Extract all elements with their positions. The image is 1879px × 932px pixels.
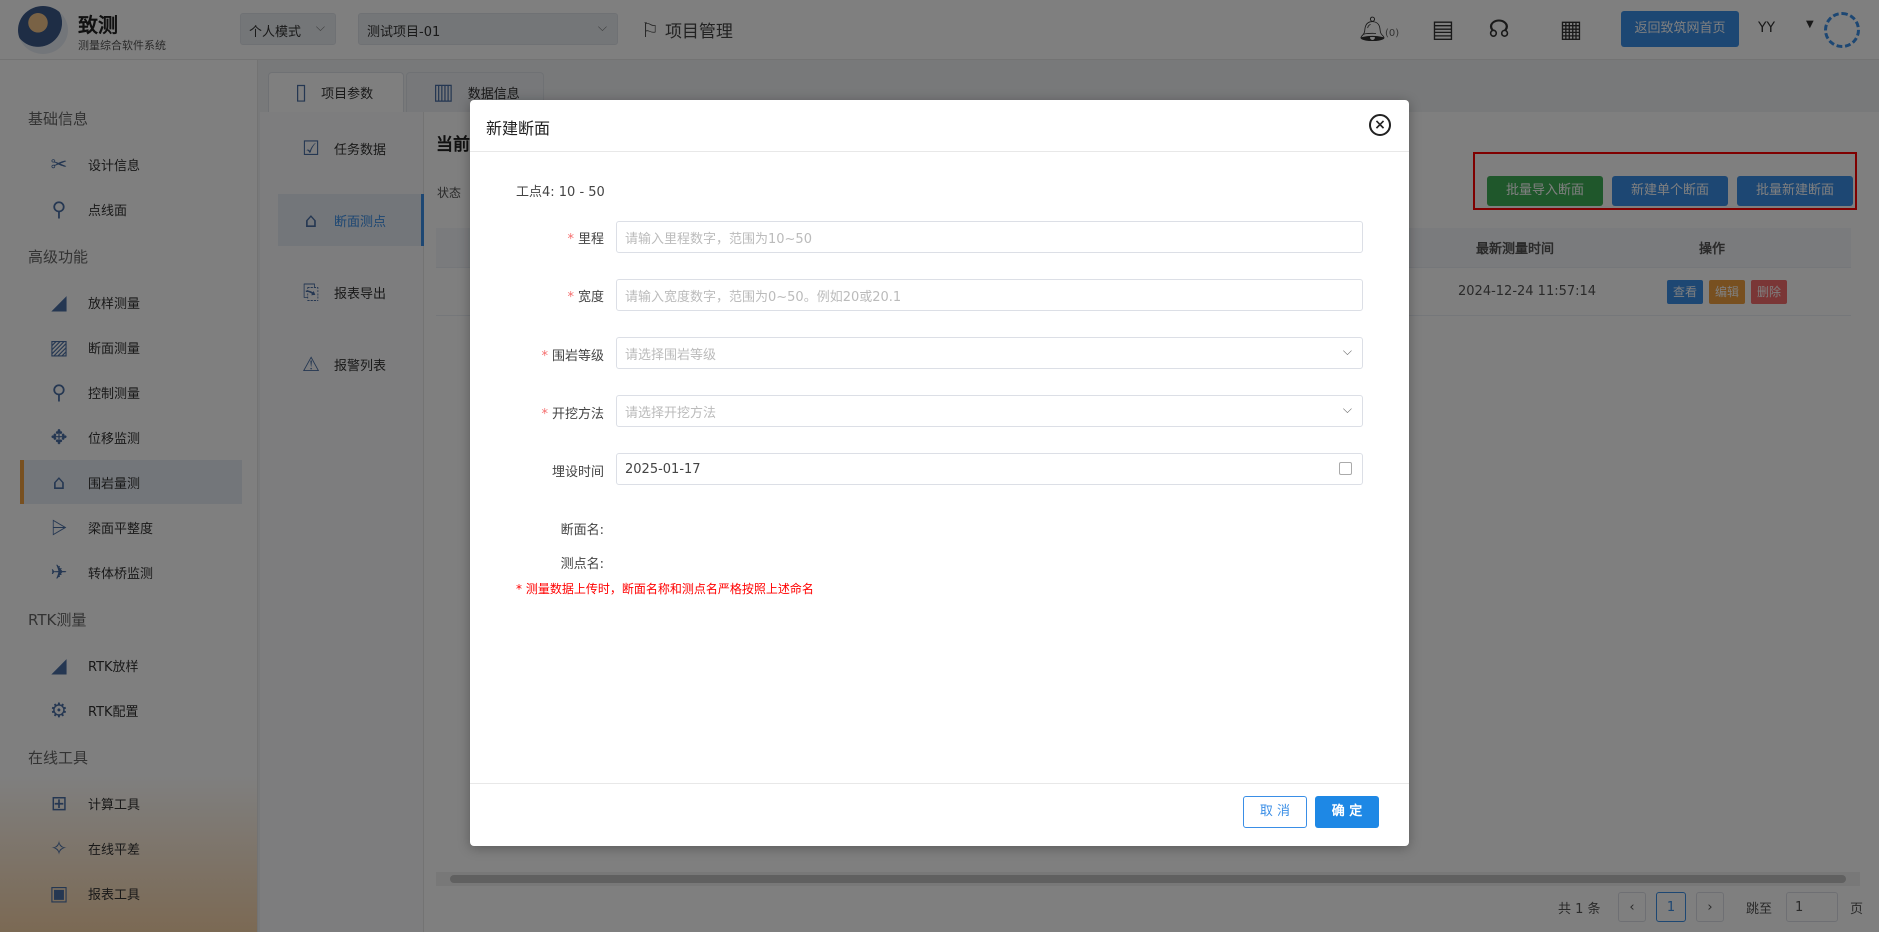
point-name-label: 测点名: bbox=[560, 557, 604, 572]
install-date-label: 埋设时间 bbox=[551, 465, 604, 480]
mileage-label: * 里程 bbox=[567, 232, 604, 247]
width-input[interactable]: 请输入宽度数字，范围为0~50。例如20或20.1 bbox=[616, 279, 1363, 311]
close-icon[interactable]: × bbox=[1369, 114, 1391, 136]
calendar-icon bbox=[1339, 462, 1352, 475]
required-mark: * bbox=[567, 232, 574, 247]
rock-grade-label: * 围岩等级 bbox=[541, 349, 604, 364]
dialog-footer: 取 消 确 定 bbox=[470, 783, 1409, 846]
section-name-label: 断面名: bbox=[560, 523, 604, 538]
required-mark: * bbox=[541, 349, 548, 364]
required-mark: * bbox=[567, 290, 574, 305]
dialog-title: 新建断面 bbox=[486, 119, 551, 138]
rock-grade-select[interactable]: 请选择围岩等级 ⌵ bbox=[616, 337, 1363, 369]
width-label: * 宽度 bbox=[567, 290, 604, 305]
naming-note: * 测量数据上传时，断面名称和测点名严格按照上述命名 bbox=[516, 582, 814, 596]
excavation-method-select[interactable]: 请选择开挖方法 ⌵ bbox=[616, 395, 1363, 427]
excavation-method-label: * 开挖方法 bbox=[541, 407, 604, 422]
mileage-input[interactable]: 请输入里程数字，范围为10~50 bbox=[616, 221, 1363, 253]
chevron-down-icon: ⌵ bbox=[1342, 344, 1352, 358]
confirm-button[interactable]: 确 定 bbox=[1315, 796, 1379, 828]
chevron-down-icon: ⌵ bbox=[1342, 402, 1352, 416]
install-date-picker[interactable]: 2025-01-17 bbox=[616, 453, 1363, 485]
work-point-hint: 工点4: 10 - 50 bbox=[516, 185, 605, 200]
required-mark: * bbox=[541, 407, 548, 422]
dialog-header: 新建断面 × bbox=[470, 100, 1409, 152]
cancel-button[interactable]: 取 消 bbox=[1243, 796, 1307, 828]
new-section-dialog: 新建断面 × 工点4: 10 - 50 * 里程 请输入里程数字，范围为10~50… bbox=[470, 100, 1409, 846]
